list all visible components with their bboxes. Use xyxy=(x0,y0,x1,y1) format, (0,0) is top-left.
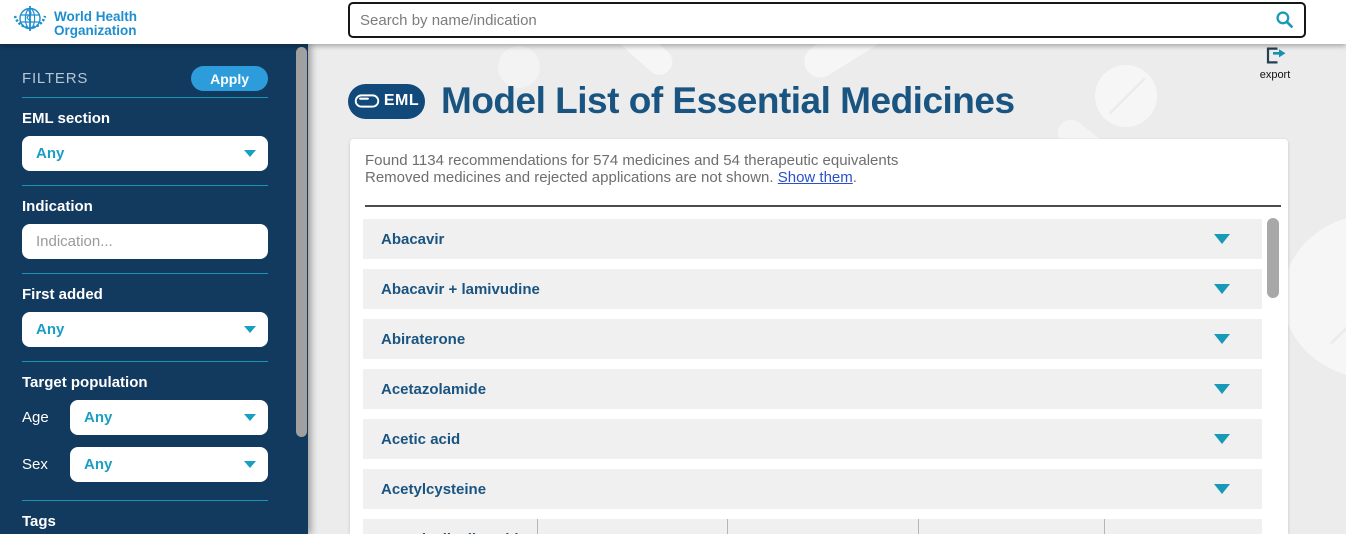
who-logo-text: World Health Organization xyxy=(54,10,137,38)
divider xyxy=(22,185,268,186)
sidebar-scrollbar-thumb[interactable] xyxy=(296,47,307,437)
medicine-name: Acetazolamide xyxy=(381,381,486,398)
medicine-row[interactable]: Acetic acid xyxy=(363,419,1262,459)
search-bar xyxy=(348,2,1306,38)
medicine-name: Acetic acid xyxy=(381,431,460,448)
main-content: export EML Model List of Essential Medic… xyxy=(308,44,1346,534)
search-icon xyxy=(1275,17,1294,32)
apply-filters-button[interactable]: Apply xyxy=(191,66,268,91)
divider xyxy=(22,97,268,98)
age-label: Age xyxy=(22,409,70,426)
first-added-label: First added xyxy=(22,286,268,303)
export-button[interactable]: export xyxy=(1252,46,1298,81)
list-scrollbar-thumb[interactable] xyxy=(1267,218,1279,298)
medicine-row-partial[interactable]: Acetylsalicylic acid xyxy=(363,519,1262,534)
export-icon xyxy=(1263,53,1288,70)
removed-line-text: Removed medicines and rejected applicati… xyxy=(365,169,778,186)
removed-line: Removed medicines and rejected applicati… xyxy=(365,169,898,186)
eml-section-label: EML section xyxy=(22,110,268,127)
medicine-row[interactable]: Abiraterone xyxy=(363,319,1262,359)
divider xyxy=(22,500,268,501)
chevron-down-icon xyxy=(244,326,256,333)
chevron-down-icon[interactable] xyxy=(1214,434,1230,444)
export-label: export xyxy=(1252,69,1298,81)
divider xyxy=(365,205,1281,207)
tags-label: Tags xyxy=(22,513,268,530)
indication-input[interactable] xyxy=(22,224,268,259)
page-title: Model List of Essential Medicines xyxy=(441,80,1015,122)
removed-line-suffix: . xyxy=(853,169,857,186)
results-summary: Found 1134 recommendations for 574 medic… xyxy=(365,152,898,186)
medicine-name: Acetylsalicylic acid xyxy=(381,531,519,534)
age-value: Any xyxy=(84,409,112,426)
column-divider xyxy=(918,519,919,534)
found-line: Found 1134 recommendations for 574 medic… xyxy=(365,152,898,169)
tablet-watermark-icon xyxy=(1283,214,1346,379)
medicine-row[interactable]: Acetylcysteine xyxy=(363,469,1262,509)
chevron-down-icon[interactable] xyxy=(1214,384,1230,394)
who-logo-line1: World Health xyxy=(54,10,137,24)
indication-label: Indication xyxy=(22,198,268,215)
results-card: Found 1134 recommendations for 574 medic… xyxy=(350,139,1288,534)
filters-sidebar: FILTERS Apply EML section Any Indication… xyxy=(0,44,308,534)
show-them-link[interactable]: Show them xyxy=(778,169,853,186)
first-added-select[interactable]: Any xyxy=(22,312,268,347)
search-button[interactable] xyxy=(1273,8,1304,32)
eml-section-select[interactable]: Any xyxy=(22,136,268,171)
divider xyxy=(22,273,268,274)
eml-app-page: World Health Organization FILTERS Apply xyxy=(0,0,1346,534)
search-input[interactable] xyxy=(350,12,1273,29)
medicine-name: Abiraterone xyxy=(381,331,465,348)
eml-section-value: Any xyxy=(36,145,64,162)
chevron-down-icon xyxy=(244,414,256,421)
chevron-down-icon[interactable] xyxy=(1214,234,1230,244)
sex-select[interactable]: Any xyxy=(70,447,268,482)
column-divider xyxy=(727,519,728,534)
chevron-down-icon[interactable] xyxy=(1214,484,1230,494)
medicine-row[interactable]: Acetazolamide xyxy=(363,369,1262,409)
medicine-row[interactable]: Abacavir xyxy=(363,219,1262,259)
who-logo[interactable]: World Health Organization xyxy=(12,3,137,44)
column-divider xyxy=(1104,519,1105,534)
divider xyxy=(22,361,268,362)
chevron-down-icon[interactable] xyxy=(1214,334,1230,344)
who-logo-line2: Organization xyxy=(54,24,137,38)
tablet-watermark-icon xyxy=(1095,65,1157,127)
target-population-label: Target population xyxy=(22,374,268,391)
column-divider xyxy=(537,519,538,534)
eml-badge: EML xyxy=(348,84,425,119)
medicine-name: Acetylcysteine xyxy=(381,481,486,498)
capsule-watermark-icon xyxy=(608,44,677,80)
sex-value: Any xyxy=(84,456,112,473)
chevron-down-icon[interactable] xyxy=(1214,284,1230,294)
chevron-down-icon xyxy=(244,150,256,157)
capsule-watermark-icon xyxy=(798,44,891,83)
chevron-down-icon xyxy=(244,461,256,468)
medicine-name: Abacavir xyxy=(381,231,444,248)
filters-title: FILTERS xyxy=(22,70,88,87)
capsule-icon xyxy=(354,93,380,109)
top-bar: World Health Organization xyxy=(0,0,1346,44)
medicine-name: Abacavir + lamivudine xyxy=(381,281,540,298)
page-headline: EML Model List of Essential Medicines xyxy=(348,80,1015,122)
who-emblem-icon xyxy=(12,3,48,44)
medicine-row[interactable]: Abacavir + lamivudine xyxy=(363,269,1262,309)
eml-badge-label: EML xyxy=(384,92,419,110)
first-added-value: Any xyxy=(36,321,64,338)
sex-label: Sex xyxy=(22,456,70,473)
medicine-list: Abacavir Abacavir + lamivudine Abiratero… xyxy=(363,219,1262,534)
age-select[interactable]: Any xyxy=(70,400,268,435)
